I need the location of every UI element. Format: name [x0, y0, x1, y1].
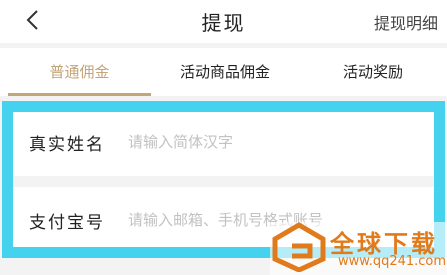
alipay-account-label: 支付宝号 [29, 213, 105, 233]
tab-bar: 普通佣金 活动商品佣金 活动奖励 [0, 48, 447, 96]
real-name-label: 真实姓名 [29, 135, 105, 155]
tab-activity-product-commission[interactable]: 活动商品佣金 [151, 48, 299, 96]
tab-normal-commission[interactable]: 普通佣金 [8, 48, 151, 96]
site-watermark: 全球下载 www.qq241.com [270, 222, 447, 275]
active-tab-indicator [8, 93, 151, 96]
watermark-url: www.qq241.com [338, 254, 447, 269]
real-name-input[interactable] [128, 129, 428, 155]
withdraw-details-link[interactable]: 提现明细 [374, 10, 438, 34]
app-header: 提现 提现明细 [0, 0, 447, 43]
form-divider [13, 176, 434, 187]
download-site-logo-icon [272, 222, 326, 272]
tab-activity-reward[interactable]: 活动奖励 [299, 48, 447, 96]
